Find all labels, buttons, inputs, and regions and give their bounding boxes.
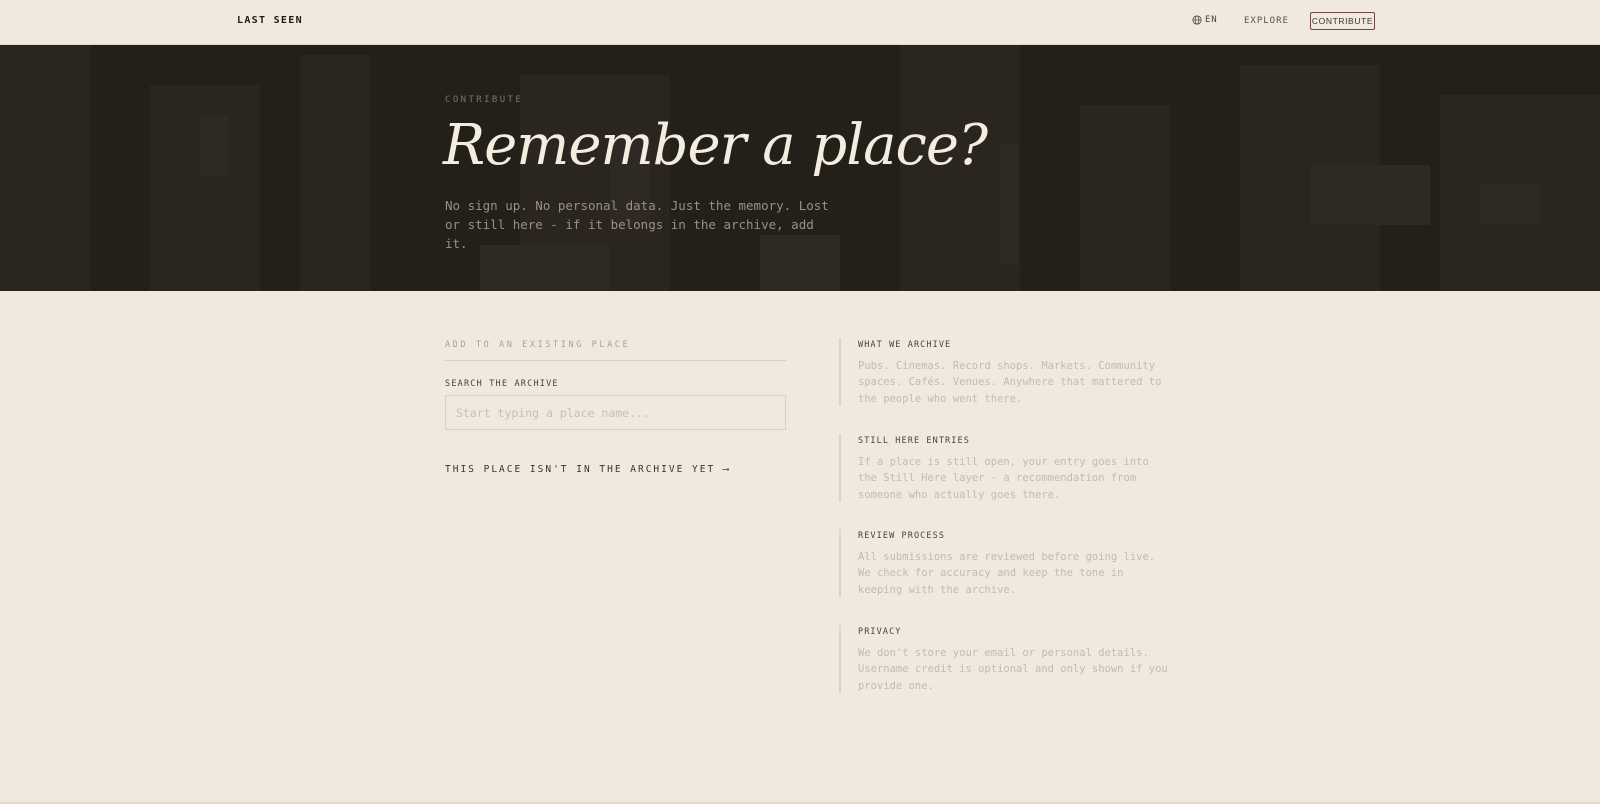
info-body: If a place is still open, your entry goe… bbox=[858, 456, 1149, 501]
divider bbox=[445, 360, 786, 361]
info-title: REVIEW PROCESS bbox=[858, 531, 946, 541]
nav-contribute-button[interactable]: CONTRIBUTE bbox=[1310, 12, 1375, 30]
not-in-archive-link[interactable]: THIS PLACE ISN'T IN THE ARCHIVE YET ⟶ bbox=[445, 464, 731, 475]
info-block-privacy: PRIVACY We don't store your email or per… bbox=[839, 625, 1169, 693]
info-title: WHAT WE ARCHIVE bbox=[858, 340, 952, 350]
language-label: EN bbox=[1205, 15, 1218, 25]
nav-explore-link[interactable]: EXPLORE bbox=[1244, 16, 1289, 26]
info-body: Pubs. Cinemas. Record shops. Markets. Co… bbox=[858, 360, 1162, 405]
hero-description: No sign up. No personal data. Just the m… bbox=[445, 198, 829, 251]
search-input[interactable] bbox=[445, 395, 786, 430]
search-label: SEARCH THE ARCHIVE bbox=[445, 379, 559, 389]
info-block-still-here: STILL HERE ENTRIES If a place is still o… bbox=[839, 434, 1169, 502]
add-existing-eyebrow: ADD TO AN EXISTING PLACE bbox=[445, 340, 631, 350]
brand-logo[interactable]: LAST SEEN bbox=[237, 15, 303, 26]
globe-icon bbox=[1192, 15, 1202, 25]
info-body: All submissions are reviewed before goin… bbox=[858, 551, 1156, 596]
info-block-review-process: REVIEW PROCESS All submissions are revie… bbox=[839, 529, 1169, 597]
hero-eyebrow: CONTRIBUTE bbox=[445, 95, 524, 105]
top-navigation: LAST SEEN EN EXPLORE CONTRIBUTE bbox=[0, 0, 1600, 45]
language-selector[interactable]: EN bbox=[1192, 15, 1217, 25]
page-title: Remember a place? bbox=[443, 113, 988, 178]
info-title: PRIVACY bbox=[858, 627, 902, 637]
hero-banner: CONTRIBUTE Remember a place? No sign up.… bbox=[0, 45, 1600, 291]
info-body: We don't store your email or personal de… bbox=[858, 647, 1168, 692]
info-title: STILL HERE ENTRIES bbox=[858, 436, 970, 446]
info-block-what-we-archive: WHAT WE ARCHIVE Pubs. Cinemas. Record sh… bbox=[839, 338, 1169, 406]
